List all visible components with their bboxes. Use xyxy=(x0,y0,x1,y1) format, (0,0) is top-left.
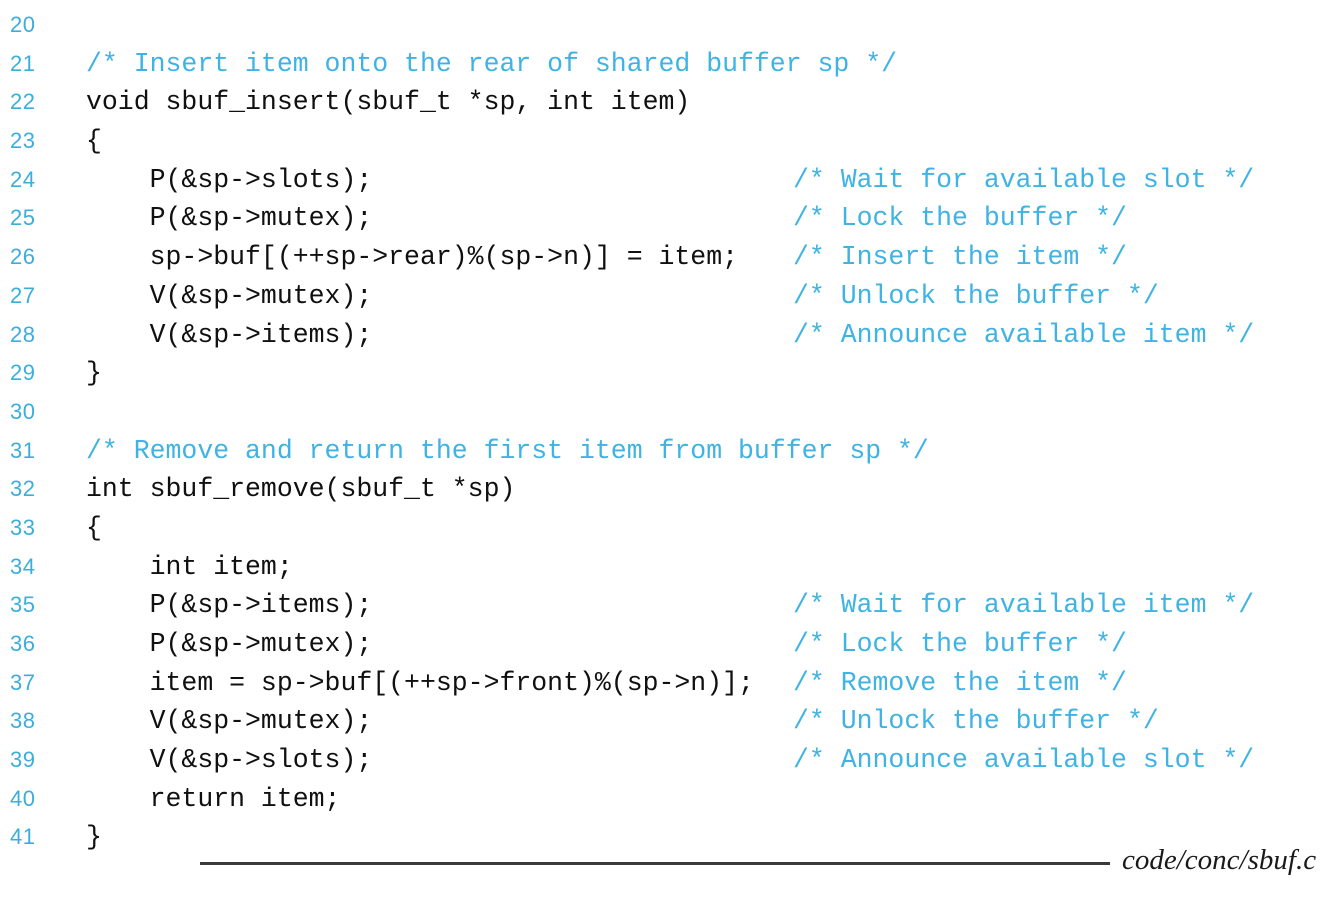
line-number: 23 xyxy=(10,128,36,154)
line-number: 36 xyxy=(10,631,36,656)
code-line: 40 return item; xyxy=(0,780,1334,819)
code-source-text: V(&sp->mutex); xyxy=(86,706,373,737)
line-number: 30 xyxy=(10,398,36,424)
code-line: 22 void sbuf_insert(sbuf_t *sp, int item) xyxy=(0,83,1334,122)
code-line: 25 P(&sp->mutex); /* Lock the buffer */ xyxy=(0,199,1334,238)
footer-divider xyxy=(200,862,1110,865)
code-trailing-comment: /* Lock the buffer */ xyxy=(793,203,1127,234)
code-source-text: P(&sp->slots); xyxy=(86,164,373,195)
line-number: 35 xyxy=(10,592,36,618)
code-source-text: P(&sp->mutex); xyxy=(86,203,373,234)
code-listing: 20 21 /* Insert item onto the rear of shar… xyxy=(0,0,1334,904)
code-source-text: sp->buf[(++sp->rear)%(sp->n)] = item; xyxy=(86,242,739,273)
code-source-text: int sbuf_remove(sbuf_t *sp) xyxy=(86,474,516,505)
code-lines-container: 20 21 /* Insert item onto the rear of shar… xyxy=(0,6,1334,857)
code-trailing-comment: /* Lock the buffer */ xyxy=(793,629,1127,659)
line-number: 20 xyxy=(10,12,36,37)
code-line: 31 /* Remove and return the first item fr… xyxy=(0,432,1334,471)
line-number: 38 xyxy=(10,708,36,734)
code-line: 32 int sbuf_remove(sbuf_t *sp) xyxy=(0,470,1334,509)
line-number: 22 xyxy=(10,89,36,115)
code-line: 38 V(&sp->mutex); /* Unlock the buffer */ xyxy=(0,702,1334,741)
code-trailing-comment: /* Announce available slot */ xyxy=(793,745,1255,776)
code-source-text: V(&sp->items); xyxy=(86,319,373,350)
code-source-text: P(&sp->items); xyxy=(86,590,373,621)
code-trailing-comment: /* Announce available item */ xyxy=(793,319,1255,350)
code-trailing-comment: /* Wait for available slot */ xyxy=(793,164,1255,195)
code-line: 20 xyxy=(0,6,1334,45)
code-source-text: int item; xyxy=(86,551,293,582)
source-file-label: code/conc/sbuf.c xyxy=(1122,844,1317,876)
code-trailing-comment: /* Wait for available item */ xyxy=(793,590,1255,621)
line-number: 28 xyxy=(10,321,36,347)
code-source-text: V(&sp->slots); xyxy=(86,745,373,776)
code-line: 23 { xyxy=(0,122,1334,161)
code-line: 26 sp->buf[(++sp->rear)%(sp->n)] = item;… xyxy=(0,238,1334,277)
line-number: 34 xyxy=(10,553,36,579)
listing-footer: code/conc/sbuf.c xyxy=(0,844,1334,904)
code-source-text: void sbuf_insert(sbuf_t *sp, int item) xyxy=(86,87,691,118)
line-number: 26 xyxy=(10,244,36,270)
line-number: 40 xyxy=(10,785,36,811)
line-number: 39 xyxy=(10,747,36,773)
line-number: 29 xyxy=(10,360,36,386)
code-line: 37 item = sp->buf[(++sp->front)%(sp->n)]… xyxy=(0,664,1334,703)
code-trailing-comment: /* Insert the item */ xyxy=(793,242,1127,273)
code-line: 27 V(&sp->mutex); /* Unlock the buffer */ xyxy=(0,277,1334,316)
code-trailing-comment: /* Remove the item */ xyxy=(793,667,1127,698)
code-line: 29} xyxy=(0,354,1334,393)
code-line: 35 P(&sp->items); /* Wait for available i… xyxy=(0,586,1334,625)
code-line: 21 /* Insert item onto the rear of shared… xyxy=(0,45,1334,84)
code-line: 33 { xyxy=(0,509,1334,548)
line-number: 25 xyxy=(10,205,36,231)
line-number: 31 xyxy=(10,437,36,463)
code-source-text: P(&sp->mutex); xyxy=(86,629,373,659)
code-trailing-comment: /* Unlock the buffer */ xyxy=(793,706,1159,737)
line-number: 24 xyxy=(10,166,36,192)
line-number: 21 xyxy=(10,50,36,76)
code-line: 30 xyxy=(0,393,1334,432)
code-line: 39 V(&sp->slots); /* Announce available s… xyxy=(0,741,1334,780)
code-source-text: item = sp->buf[(++sp->front)%(sp->n)]; xyxy=(86,667,754,698)
code-source-text: V(&sp->mutex); xyxy=(86,280,373,311)
code-comment-line: /* Remove and return the first item from… xyxy=(86,435,929,466)
code-line: 36 P(&sp->mutex); /* Lock the buffer */ xyxy=(0,625,1334,664)
code-trailing-comment: /* Unlock the buffer */ xyxy=(793,280,1159,311)
code-line: 24 P(&sp->slots); /* Wait for available s… xyxy=(0,161,1334,200)
code-source-text: } xyxy=(86,358,102,389)
line-number: 33 xyxy=(10,514,36,540)
line-number: 32 xyxy=(10,476,36,502)
code-line: 28 V(&sp->items); /* Announce available i… xyxy=(0,316,1334,355)
line-number: 27 xyxy=(10,282,36,308)
code-source-text: { xyxy=(86,512,102,543)
code-comment-line: /* Insert item onto the rear of shared b… xyxy=(86,48,898,79)
line-number: 37 xyxy=(10,669,36,695)
code-source-text: return item; xyxy=(86,783,341,814)
code-line: 34 int item; xyxy=(0,548,1334,587)
code-source-text: { xyxy=(86,126,102,157)
